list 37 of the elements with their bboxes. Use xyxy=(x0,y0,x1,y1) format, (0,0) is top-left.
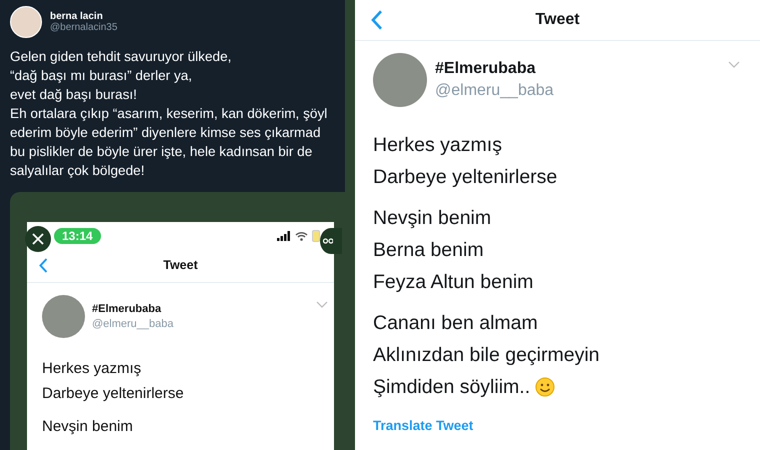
translate-link[interactable]: Translate Tweet xyxy=(373,418,760,433)
close-icon xyxy=(32,233,44,245)
tweet-line: Herkes yazmış xyxy=(42,359,142,379)
back-button[interactable] xyxy=(39,258,48,272)
tweet-text: Gelen giden tehdit savuruyor ülkede, “dağ başı mı burası” derler ya, evet dağ başı burası! Eh ortalara çıkıp “asarım, keserim, kan dökerim, şöyl ederim böyle ederim” diyenlere kimse ses çıkarmad bu pislikler de böyle ürer işte, hele kadınsan bir de salyalılar çok bölgede! xyxy=(10,48,328,180)
author-handle[interactable]: @elmeru__baba xyxy=(92,318,309,330)
avatar-placeholder xyxy=(373,53,427,107)
author-handle[interactable]: @bernalacin35 xyxy=(50,22,118,33)
tweet-line: Darbeye yeltenirlerse xyxy=(42,384,185,404)
tweet-line: Şimdiden söyliim.. xyxy=(373,376,530,398)
author-name[interactable]: berna lacin xyxy=(50,11,118,22)
tweet-line: Cananı ben almam xyxy=(373,312,538,334)
chevron-down-icon xyxy=(728,61,740,68)
signal-icon xyxy=(277,231,291,241)
battery-icon xyxy=(312,230,320,242)
avatar-placeholder xyxy=(42,295,85,338)
author-name[interactable]: #Elmerubaba xyxy=(92,303,309,315)
back-button[interactable] xyxy=(371,10,383,30)
close-button[interactable] xyxy=(25,226,51,252)
status-time: 13:14 xyxy=(54,228,101,244)
avatar-placeholder xyxy=(10,6,42,38)
tweet-line: Nevşin benim xyxy=(42,417,134,437)
tweet-line: Berna benim xyxy=(373,238,484,262)
tweet-line: Feyza Altun benim xyxy=(373,270,534,294)
header-title: Tweet xyxy=(163,258,198,272)
tweet-line: Darbeye yeltenirlerse xyxy=(373,166,558,188)
author-handle[interactable]: @elmeru__baba xyxy=(435,82,720,100)
chevron-down-icon xyxy=(316,301,328,308)
smiley-icon xyxy=(535,377,556,397)
dots-icon xyxy=(323,238,333,244)
more-button[interactable] xyxy=(320,228,342,254)
author-name[interactable]: #Elmerubaba xyxy=(435,60,720,78)
tweet-line: Aklınızdan bile geçirmeyin xyxy=(373,344,600,366)
tweet-line: Herkes yazmış xyxy=(373,134,502,156)
tweet-line: Nevşin benim xyxy=(373,206,492,230)
wifi-icon xyxy=(295,231,308,241)
header-title: Tweet xyxy=(535,11,580,29)
